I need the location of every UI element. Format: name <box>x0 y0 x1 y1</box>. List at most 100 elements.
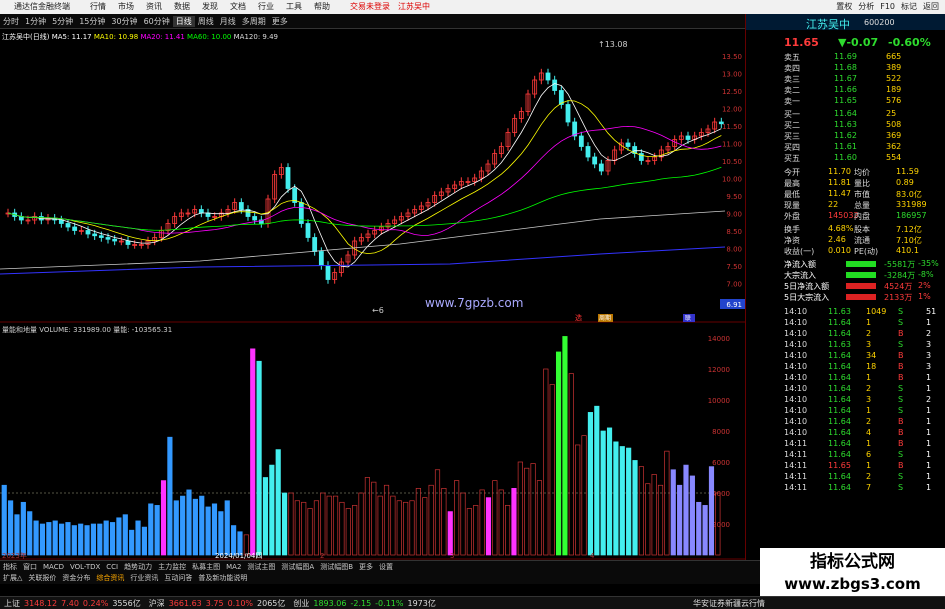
menu-3[interactable]: 数据 <box>174 2 190 11</box>
index-pct: 0.24% <box>82 598 109 608</box>
candle-body <box>325 265 331 280</box>
indicator-tab-10[interactable]: 测试幅图A <box>278 562 317 572</box>
period-5[interactable]: 60分钟 <box>141 16 173 27</box>
period-7[interactable]: 周线 <box>195 16 217 27</box>
title-action-0[interactable]: 置权 <box>836 0 852 14</box>
tick-side: B <box>898 362 904 371</box>
indicator-tab-7[interactable]: 私募主图 <box>189 562 223 572</box>
tick-time: 14:10 <box>784 417 808 426</box>
volume-bar <box>205 506 211 556</box>
candle-body <box>305 223 311 238</box>
volume-bar <box>581 435 587 556</box>
tick-price: 11.64 <box>828 351 851 360</box>
stat-value: 22 <box>828 200 839 209</box>
title-action-4[interactable]: 返回 <box>923 0 939 14</box>
menu-4[interactable]: 发现 <box>202 2 218 11</box>
indicator-tab-11[interactable]: 测试幅图B <box>317 562 356 572</box>
level-volume: 25 <box>886 109 897 118</box>
stat-value: 0.010 <box>828 246 851 255</box>
price-tick: 11.00 <box>722 141 742 149</box>
tick-volume: 34 <box>866 351 877 360</box>
indicator-tab-13[interactable]: 设置 <box>376 562 396 572</box>
period-6[interactable]: 日线 <box>172 15 195 27</box>
indicator-tab-2[interactable]: MACD <box>40 563 67 571</box>
price-tick: 9.00 <box>726 211 742 219</box>
flow-amount: -3284万 <box>884 271 916 280</box>
indicator-tab-4[interactable]: CCI <box>103 563 121 571</box>
menu-6[interactable]: 行业 <box>258 2 274 11</box>
tick-price: 11.64 <box>828 395 851 404</box>
volume-bar <box>358 492 364 556</box>
indicator-tab-0[interactable]: 指标 <box>0 562 20 572</box>
stat-label: 最低 <box>784 190 800 199</box>
tick-count: 1 <box>926 406 932 415</box>
index-name[interactable]: 创业 <box>293 598 309 609</box>
level-volume: 576 <box>886 96 902 105</box>
candle-body <box>578 135 584 147</box>
menu-5[interactable]: 文档 <box>230 2 246 11</box>
volume-bar <box>696 501 702 556</box>
volume-chart[interactable]: 14000 12000 10000 8000 6000 4000 2000 2023年 2024… <box>0 323 745 560</box>
indicator-tab-12[interactable]: 更多 <box>356 562 376 572</box>
index-name[interactable]: 沪深 <box>149 598 165 609</box>
volume-bar <box>479 489 485 556</box>
extension-tab-5[interactable]: 互动问答 <box>161 573 195 583</box>
tick-count: 2 <box>926 329 932 338</box>
volume-bar <box>403 501 409 556</box>
volume-bar <box>294 500 300 556</box>
menu-7[interactable]: 工具 <box>286 2 302 11</box>
menu-2[interactable]: 资讯 <box>146 2 162 11</box>
tick-volume: 1 <box>866 461 872 470</box>
menu-1[interactable]: 市场 <box>118 2 134 11</box>
volume-bar <box>320 492 326 556</box>
indicator-tab-5[interactable]: 趋势动力 <box>121 562 155 572</box>
menu-8[interactable]: 帮助 <box>314 2 330 11</box>
title-action-1[interactable]: 分析 <box>858 0 874 14</box>
indicator-tab-6[interactable]: 主力监控 <box>155 562 189 572</box>
indicator-tab-1[interactable]: 窗口 <box>20 562 40 572</box>
period-3[interactable]: 15分钟 <box>76 16 108 27</box>
tick-volume: 1049 <box>866 307 887 316</box>
period-1[interactable]: 1分钟 <box>22 16 49 27</box>
tick-price: 11.63 <box>828 340 851 349</box>
flow-bar <box>846 272 876 278</box>
indicator-tab-8[interactable]: MA2 <box>223 563 244 571</box>
title-actions: 置权 分析 F10 标记 返回 <box>836 0 939 14</box>
volume-bar <box>65 522 71 556</box>
period-0[interactable]: 分时 <box>0 16 22 27</box>
flow-pct: 2% <box>918 281 931 290</box>
extension-tab-4[interactable]: 行业资讯 <box>127 573 161 583</box>
index-pct: 0.10% <box>227 598 254 608</box>
title-action-2[interactable]: F10 <box>880 0 895 14</box>
volume-bar <box>84 525 90 556</box>
tick-side: S <box>898 483 904 492</box>
period-9[interactable]: 多周期 <box>239 16 269 27</box>
period-4[interactable]: 30分钟 <box>108 16 140 27</box>
login-status[interactable]: 交易未登录 <box>350 0 390 14</box>
level-price: 11.64 <box>834 109 857 118</box>
title-action-3[interactable]: 标记 <box>901 0 917 14</box>
volume-bar <box>58 523 65 556</box>
candle-body <box>98 235 104 238</box>
title-bar: 通达信金融终端 行情 市场 资讯 数据 发现 文档 行业 工具 帮助 交易未登录 江苏吴中 置权… <box>0 0 945 14</box>
stat-label: 均价 <box>854 168 870 177</box>
tick-price: 11.64 <box>828 384 851 393</box>
period-2[interactable]: 5分钟 <box>49 16 76 27</box>
extension-tab-3[interactable]: 综合资讯 <box>93 573 127 583</box>
menu-0[interactable]: 行情 <box>90 2 106 11</box>
tick-price: 11.64 <box>828 417 851 426</box>
stat-value: 2.46 <box>828 235 846 244</box>
extension-tab-2[interactable]: 资金分布 <box>59 573 93 583</box>
extension-tab-6[interactable]: 普及新功能说明 <box>195 573 250 583</box>
level-volume: 389 <box>886 63 902 72</box>
extension-tab-0[interactable]: 扩展△ <box>0 573 25 583</box>
tick-price: 11.64 <box>828 406 851 415</box>
indicator-tab-3[interactable]: VOL-TDX <box>67 563 103 571</box>
indicator-tab-9[interactable]: 测试主图 <box>244 562 278 572</box>
extension-tab-1[interactable]: 关联报价 <box>25 573 59 583</box>
period-10[interactable]: 更多 <box>269 16 291 27</box>
flow-bar <box>846 294 876 300</box>
index-name[interactable]: 上证 <box>4 598 20 609</box>
kline-chart[interactable]: 13.50 13.00 12.50 12.00 11.50 11.00 10.50 10.00… <box>0 29 745 323</box>
period-8[interactable]: 月线 <box>217 16 239 27</box>
